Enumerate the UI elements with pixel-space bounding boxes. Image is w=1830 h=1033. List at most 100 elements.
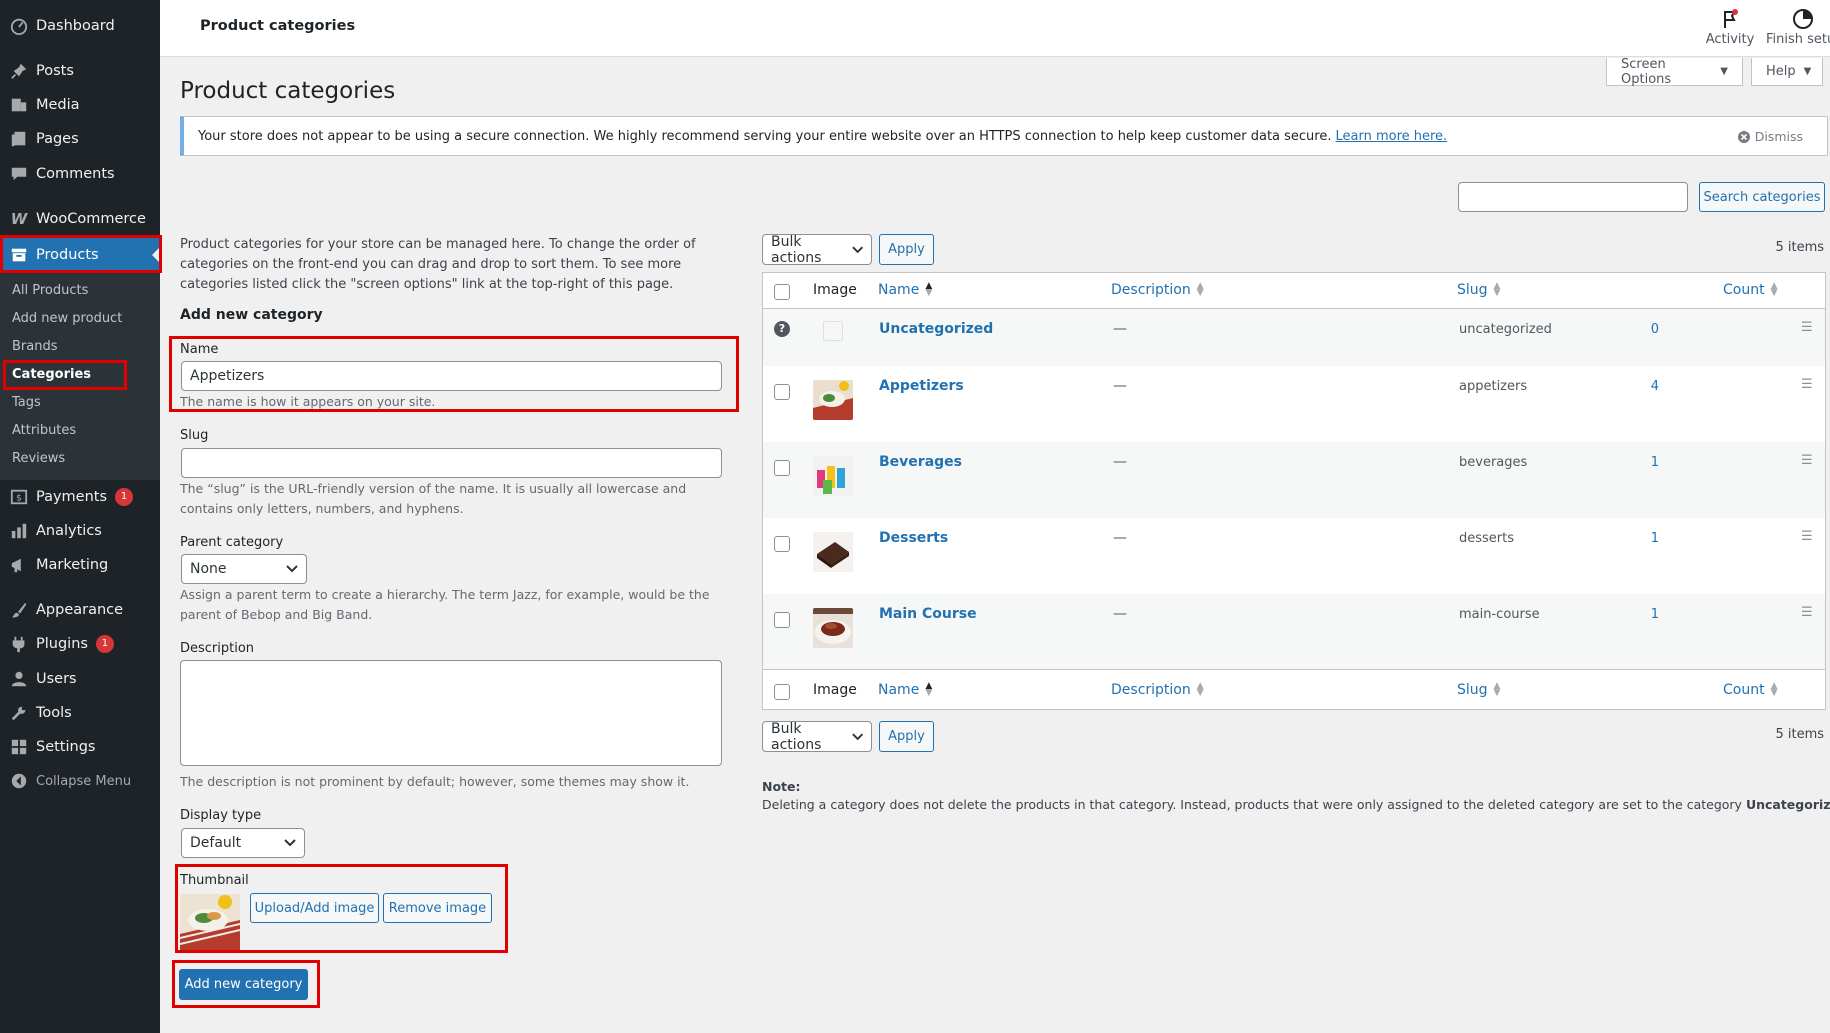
category-name-link[interactable]: Main Course (879, 606, 977, 622)
table-row[interactable]: ? Uncategorized — uncategorized 0 ☰ (763, 309, 1825, 366)
appetizers-thumbnail (813, 380, 853, 420)
category-count-link[interactable]: 1 (1609, 455, 1659, 470)
category-name-link[interactable]: Appetizers (879, 378, 964, 394)
row-checkbox[interactable] (774, 384, 790, 400)
menu-analytics[interactable]: Analytics (0, 514, 160, 548)
submenu-tags[interactable]: Tags (12, 395, 41, 410)
apply-button-bottom[interactable]: Apply (879, 721, 934, 752)
menu-marketing[interactable]: Marketing (0, 548, 160, 582)
menu-pages[interactable]: Pages (0, 122, 160, 156)
menu-collapse[interactable]: Collapse Menu (0, 764, 160, 798)
menu-comments[interactable]: Comments (0, 157, 160, 191)
menu-woocommerce[interactable]: W WooCommerce (0, 202, 160, 236)
col-description-footer[interactable]: Description ▲ ▼ (1111, 682, 1204, 699)
row-checkbox[interactable] (774, 536, 790, 552)
col-count[interactable]: Count ▲ ▼ (1723, 282, 1778, 299)
screen-options-button[interactable]: Screen Options ▼ (1606, 57, 1743, 87)
bulk-actions-select-bottom[interactable]: Bulk actions (762, 720, 872, 753)
category-name-link[interactable]: Uncategorized (879, 321, 993, 337)
slug-field[interactable] (181, 448, 722, 478)
menu-users[interactable]: Users (0, 662, 160, 696)
pages-icon (9, 129, 29, 149)
category-slug: appetizers (1459, 379, 1528, 394)
pin-icon (9, 61, 29, 81)
menu-products[interactable]: Products (0, 237, 160, 273)
bulk-actions-select-top[interactable]: Bulk actions (762, 234, 872, 266)
col-count-label: Count (1723, 282, 1765, 298)
col-slug[interactable]: Slug ▲ ▼ (1457, 282, 1500, 299)
add-category-heading: Add new category (180, 307, 323, 323)
search-input[interactable] (1458, 182, 1688, 212)
submenu-brands[interactable]: Brands (12, 339, 58, 354)
menu-dashboard[interactable]: Dashboard (0, 9, 160, 43)
finish-setup-button[interactable]: Finish setup (1766, 8, 1830, 47)
menu-label: Settings (36, 739, 96, 755)
col-count-footer[interactable]: Count ▲ ▼ (1723, 682, 1778, 699)
row-checkbox[interactable] (774, 460, 790, 476)
category-name-link[interactable]: Beverages (879, 454, 962, 470)
submenu-categories[interactable]: Categories (12, 367, 91, 382)
finish-setup-label: Finish setup (1766, 32, 1830, 47)
category-count-link[interactable]: 4 (1609, 379, 1659, 394)
bulk-actions-value: Bulk actions (771, 720, 822, 753)
description-field[interactable] (180, 660, 722, 766)
add-new-category-button[interactable]: Add new category (179, 969, 308, 1000)
menu-settings[interactable]: Settings (0, 730, 160, 764)
select-all-checkbox[interactable] (774, 284, 790, 300)
col-slug-label: Slug (1457, 282, 1488, 298)
col-name[interactable]: Name ▲ ▼ (878, 282, 932, 299)
menu-label: Comments (36, 166, 115, 182)
remove-image-button[interactable]: Remove image (383, 893, 492, 923)
menu-media[interactable]: Media (0, 88, 160, 122)
col-description[interactable]: Description ▲ ▼ (1111, 282, 1204, 299)
chevron-down-icon (284, 839, 296, 847)
row-checkbox[interactable] (774, 612, 790, 628)
category-count-link[interactable]: 0 (1609, 322, 1659, 337)
col-slug-label: Slug (1457, 682, 1488, 698)
select-all-checkbox-footer[interactable] (774, 684, 790, 700)
parent-category-select[interactable]: None (181, 554, 307, 584)
col-name-footer[interactable]: Name ▲ ▼ (878, 682, 932, 699)
col-image: Image (813, 282, 857, 298)
upload-image-button[interactable]: Upload/Add image (250, 893, 379, 923)
col-slug-footer[interactable]: Slug ▲ ▼ (1457, 682, 1500, 699)
menu-posts[interactable]: Posts (0, 54, 160, 88)
menu-tools[interactable]: Tools (0, 696, 160, 730)
menu-plugins[interactable]: Plugins 1 (0, 627, 160, 661)
name-field[interactable]: Appetizers (181, 361, 722, 391)
table-row[interactable]: Appetizers — appetizers 4 ☰ (763, 366, 1825, 442)
category-count-link[interactable]: 1 (1609, 607, 1659, 622)
apply-button-top[interactable]: Apply (879, 234, 934, 265)
table-row[interactable]: Main Course — main-course 1 ☰ (763, 594, 1825, 670)
submenu-add-new-product[interactable]: Add new product (12, 311, 122, 326)
table-row[interactable]: Beverages — beverages 1 ☰ (763, 442, 1825, 518)
drag-handle-icon[interactable]: ☰ (1801, 529, 1813, 544)
drag-handle-icon[interactable]: ☰ (1801, 605, 1813, 620)
dismiss-button[interactable]: Dismiss (1737, 129, 1803, 144)
display-type-value: Default (190, 835, 242, 851)
description-label: Description (180, 641, 255, 656)
menu-label: Plugins (36, 636, 88, 652)
submenu-all-products[interactable]: All Products (12, 283, 88, 298)
menu-payments[interactable]: $ Payments 1 (0, 480, 160, 514)
search-categories-button[interactable]: Search categories (1699, 182, 1825, 212)
category-name-link[interactable]: Desserts (879, 530, 948, 546)
parent-category-label: Parent category (180, 535, 284, 550)
table-row[interactable]: Desserts — desserts 1 ☰ (763, 518, 1825, 594)
menu-label: Analytics (36, 523, 102, 539)
caret-down-icon: ▼ (1803, 66, 1812, 77)
activity-button[interactable]: Activity (1690, 8, 1770, 47)
payments-badge: 1 (115, 488, 134, 506)
help-button[interactable]: Help ▼ (1751, 58, 1823, 86)
category-count-link[interactable]: 1 (1609, 531, 1659, 546)
menu-appearance[interactable]: Appearance (0, 593, 160, 627)
display-type-select[interactable]: Default (181, 828, 305, 858)
drag-handle-icon[interactable]: ☰ (1801, 453, 1813, 468)
submenu-attributes[interactable]: Attributes (12, 423, 76, 438)
plugins-badge: 1 (95, 635, 114, 653)
drag-handle-icon[interactable]: ☰ (1801, 377, 1813, 392)
learn-more-link[interactable]: Learn more here. (1335, 129, 1447, 144)
drag-handle-icon[interactable]: ☰ (1801, 320, 1813, 335)
submenu-reviews[interactable]: Reviews (12, 451, 65, 466)
thumbnail-label: Thumbnail (180, 873, 249, 888)
